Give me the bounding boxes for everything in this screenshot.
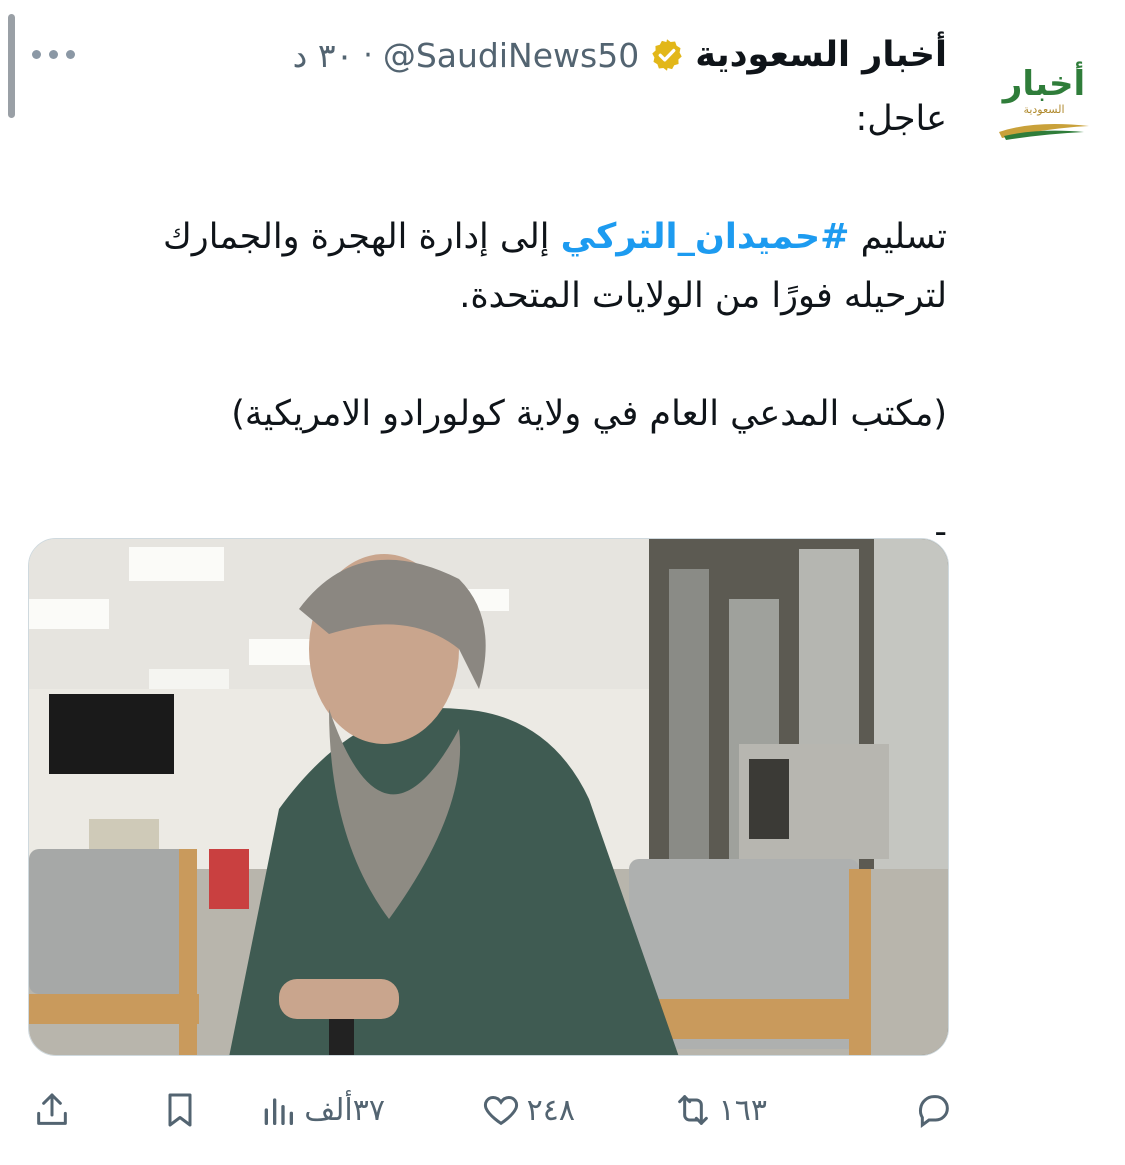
display-name[interactable]: أخبار السعودية — [695, 35, 947, 75]
hashtag-link[interactable]: #حميدان_التركي — [561, 217, 850, 257]
share-button[interactable] — [32, 1088, 72, 1132]
tweet-line-breaking: عاجل: — [855, 99, 947, 139]
avatar-logo-text: أخبار — [1002, 63, 1086, 104]
tweet-line-source: (مكتب المدعي العام في ولاية كولورادو الا… — [231, 394, 947, 434]
tweet-line-deport: لترحيله فورًا من الولايات المتحدة. — [459, 276, 947, 316]
heart-icon — [483, 1095, 518, 1126]
tweet-text-suffix: إلى إدارة الهجرة والجمارك — [162, 217, 561, 257]
retweet-button[interactable]: ١٦٣ — [673, 1088, 767, 1132]
more-options-icon[interactable] — [32, 44, 80, 64]
views-chart-icon — [264, 1098, 294, 1125]
bookmark-button[interactable] — [160, 1088, 200, 1132]
photo-image — [29, 539, 948, 1055]
tweet-text: عاجل: تسليم #حميدان_التركي إلى إدارة اله… — [107, 90, 947, 562]
tweet-actions-bar: ١٦٣ ٢٤٨ ٣٧ألف — [0, 1080, 1125, 1140]
share-icon — [37, 1093, 67, 1125]
like-count: ٢٤٨ — [526, 1092, 575, 1128]
retweet-count: ١٦٣ — [718, 1092, 767, 1128]
avatar[interactable]: أخبار السعودية — [989, 58, 1099, 148]
tweet-text-prefix: تسليم — [849, 217, 947, 257]
separator-dot: · — [363, 37, 373, 73]
reply-icon — [918, 1095, 949, 1128]
views-button[interactable]: ٣٧ألف — [258, 1088, 385, 1132]
user-handle[interactable]: @SaudiNews50 — [383, 36, 639, 75]
tweet-photo[interactable] — [28, 538, 949, 1056]
verified-badge-icon[interactable] — [649, 37, 685, 73]
timestamp[interactable]: ٣٠ د — [293, 36, 354, 75]
scroll-indicator[interactable] — [8, 14, 15, 118]
avatar-logo-subtext: السعودية — [1023, 102, 1065, 116]
views-count: ٣٧ألف — [304, 1092, 385, 1128]
retweet-icon — [677, 1095, 708, 1125]
like-button[interactable]: ٢٤٨ — [481, 1088, 575, 1132]
avatar-swoosh-icon — [999, 123, 1089, 140]
bookmark-icon — [168, 1093, 192, 1127]
reply-button[interactable] — [914, 1088, 960, 1132]
tweet-header: أخبار السعودية @SaudiNews50 · ٣٠ د — [293, 30, 947, 80]
tweet-line-main: تسليم #حميدان_التركي إلى إدارة الهجرة وا… — [107, 208, 947, 267]
